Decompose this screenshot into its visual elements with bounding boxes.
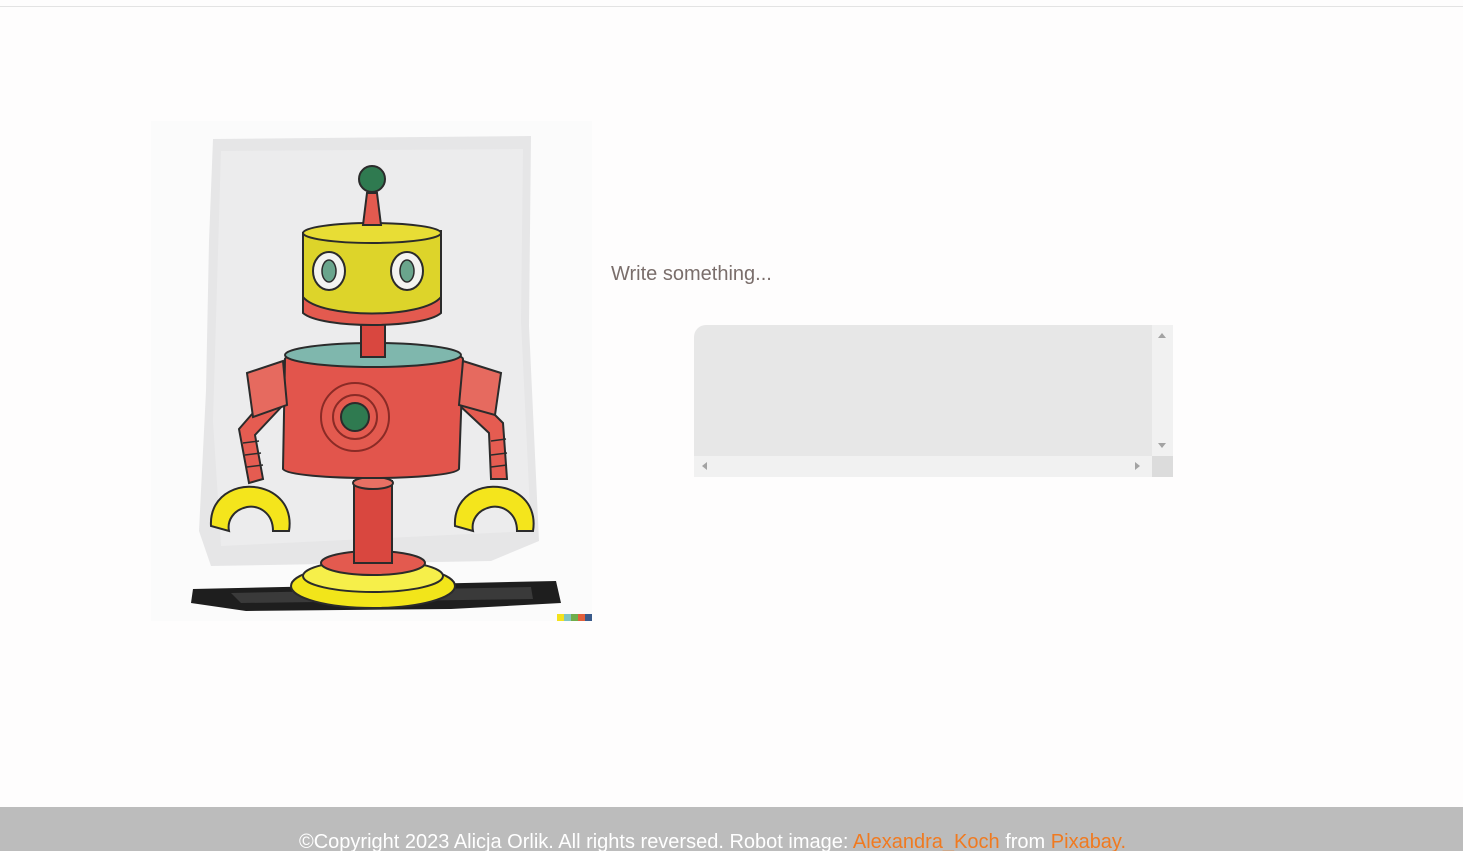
copyright-text: ©Copyright 2023 Alicja Orlik. All rights… — [298, 831, 853, 851]
scroll-right-icon[interactable] — [1135, 462, 1140, 470]
scroll-up-icon[interactable] — [1158, 333, 1166, 338]
text-area-container — [694, 325, 1173, 477]
resize-corner[interactable] — [1152, 456, 1173, 477]
vertical-scrollbar[interactable] — [1152, 325, 1173, 456]
source-link[interactable]: Pixabay. — [1051, 831, 1126, 851]
robot-image — [151, 121, 592, 621]
from-text: from — [999, 831, 1051, 851]
scroll-left-icon[interactable] — [702, 462, 707, 470]
message-textarea[interactable] — [694, 325, 1152, 456]
page: Write something... ©Copyright 2023 Alicj… — [0, 0, 1463, 851]
footer: ©Copyright 2023 Alicja Orlik. All rights… — [0, 807, 1463, 851]
horizontal-scrollbar[interactable] — [694, 456, 1152, 477]
scroll-down-icon[interactable] — [1158, 443, 1166, 448]
author-link[interactable]: Alexandra_Koch — [853, 831, 1000, 851]
top-divider — [0, 6, 1463, 7]
footer-text: ©Copyright 2023 Alicja Orlik. All rights… — [0, 831, 1425, 851]
prompt-label: Write something... — [611, 263, 772, 285]
